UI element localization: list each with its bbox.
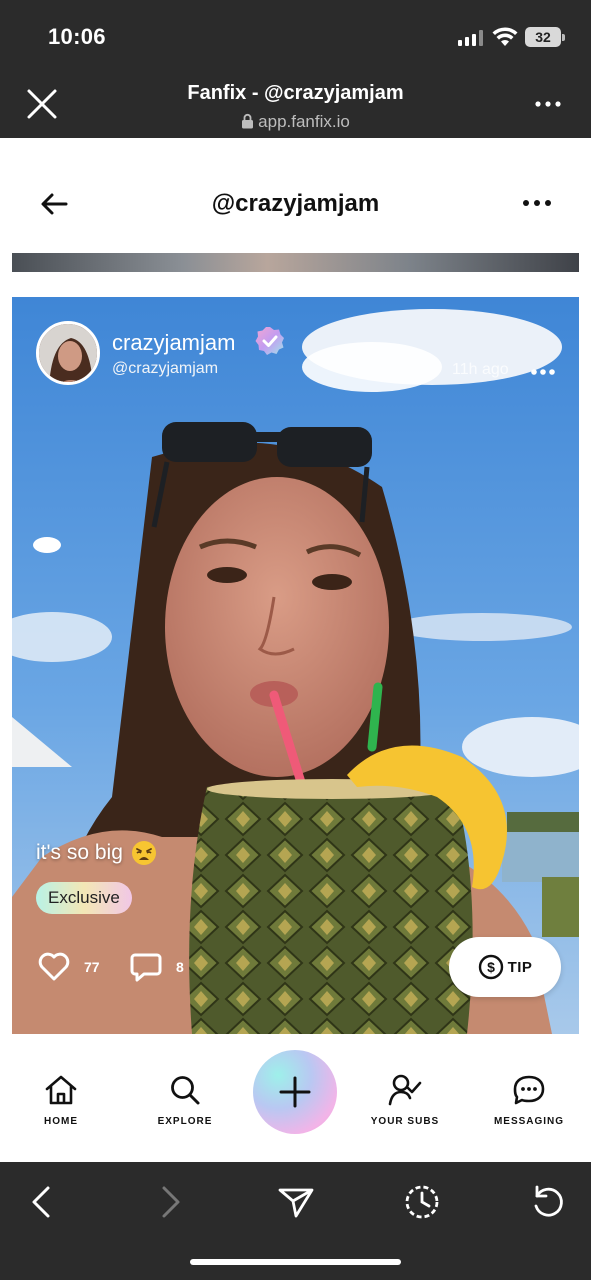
- nav-messaging[interactable]: MESSAGING: [484, 1074, 574, 1127]
- browser-bottom-toolbar: [0, 1162, 591, 1280]
- weary-face-emoji-icon: [131, 841, 156, 865]
- user-check-icon: [388, 1074, 422, 1106]
- more-options-icon[interactable]: [520, 196, 554, 210]
- exclusive-badge: Exclusive: [36, 882, 132, 914]
- caption-text: it's so big: [36, 841, 123, 864]
- page-title: @crazyjamjam: [211, 190, 380, 217]
- page-header: @crazyjamjam: [0, 138, 591, 248]
- nav-messaging-label: MESSAGING: [493, 1116, 565, 1127]
- more-icon[interactable]: [532, 96, 564, 112]
- like-count: 77: [84, 959, 100, 975]
- reload-icon[interactable]: [528, 1182, 568, 1222]
- nav-your-subs-label: YOUR SUBS: [370, 1116, 440, 1127]
- cellular-signal-icon: [458, 30, 484, 46]
- browser-url[interactable]: app.fanfix.io: [0, 112, 591, 132]
- search-icon: [171, 1076, 200, 1105]
- forward-chevron-icon[interactable]: [150, 1182, 190, 1222]
- post-timestamp: 11h ago: [452, 361, 509, 378]
- browser-page-title: Fanfix - @crazyjamjam: [187, 82, 404, 104]
- nav-explore-label: EXPLORE: [157, 1116, 213, 1127]
- nav-explore[interactable]: EXPLORE: [140, 1074, 230, 1127]
- post-caption: it's so big: [36, 840, 157, 866]
- svg-text:$: $: [487, 959, 495, 975]
- plus-icon: [279, 1076, 311, 1108]
- status-time: 10:06: [48, 24, 106, 49]
- tip-button[interactable]: $ TIP: [449, 937, 561, 997]
- home-indicator: [190, 1259, 401, 1265]
- comment-icon[interactable]: [130, 951, 162, 983]
- post-card[interactable]: crazyjamjam @crazyjamjam 11h ago it's so…: [12, 297, 579, 1034]
- wifi-icon: [492, 27, 518, 46]
- message-icon: [513, 1075, 545, 1105]
- post-more-icon[interactable]: [530, 367, 556, 377]
- status-bar: 10:06 32: [0, 0, 591, 70]
- nav-home[interactable]: HOME: [16, 1074, 106, 1127]
- nav-your-subs[interactable]: YOUR SUBS: [360, 1074, 450, 1127]
- back-chevron-icon[interactable]: [22, 1182, 62, 1222]
- nav-home-label: HOME: [44, 1116, 78, 1127]
- tip-label: TIP: [507, 958, 533, 976]
- dollar-coin-icon: $: [478, 954, 503, 980]
- app-bottom-nav: HOME EXPLORE YOUR SUBS MESSAGING: [0, 1034, 591, 1162]
- home-icon: [45, 1075, 77, 1105]
- creator-avatar[interactable]: [36, 321, 100, 385]
- comment-count: 8: [176, 959, 184, 975]
- post-photo[interactable]: [12, 297, 579, 1034]
- browser-top-bar: Fanfix - @crazyjamjam app.fanfix.io: [0, 70, 591, 138]
- share-send-icon[interactable]: [276, 1182, 316, 1222]
- heart-icon[interactable]: [38, 952, 70, 982]
- create-post-button[interactable]: [253, 1050, 337, 1134]
- creator-name[interactable]: crazyjamjam: [112, 330, 235, 356]
- verified-badge-icon: [255, 327, 284, 355]
- lock-icon: [242, 113, 254, 129]
- battery-icon: 32: [525, 27, 565, 47]
- history-clock-icon[interactable]: [402, 1182, 442, 1222]
- browser-url-text: app.fanfix.io: [258, 112, 350, 131]
- creator-handle[interactable]: @crazyjamjam: [112, 360, 218, 378]
- previous-post-image[interactable]: [12, 253, 579, 272]
